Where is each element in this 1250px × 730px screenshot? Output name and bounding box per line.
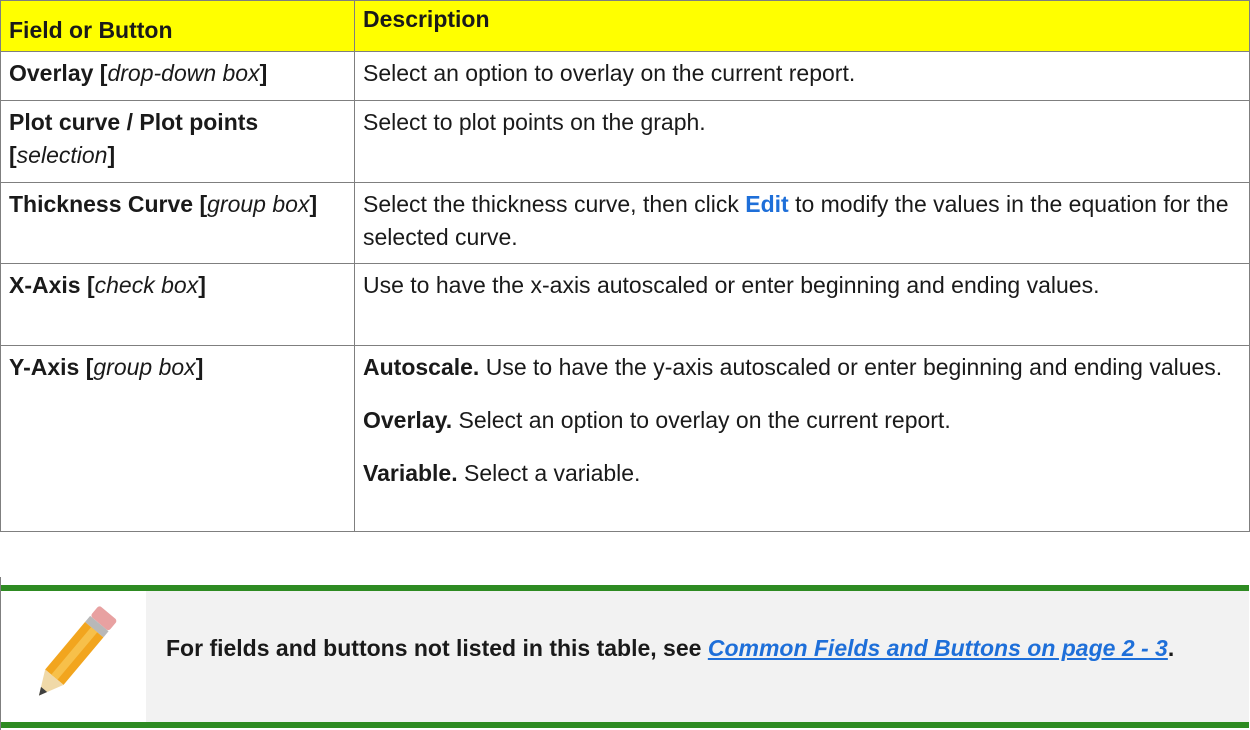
field-name: Y-Axis [ [9,354,94,380]
description-cell: Select to plot points on the graph. [354,100,1250,183]
description-paragraph: Overlay. Select an option to overlay on … [363,407,951,433]
table-row: Thickness Curve [group box] Select the t… [0,182,1250,264]
description-cell: Use to have the x-axis autoscaled or ent… [354,263,1250,346]
table-row: Y-Axis [group box] Autoscale. Use to hav… [0,345,1250,532]
description-paragraph: Variable. Select a variable. [363,460,641,486]
field-name-cell: X-Axis [check box] [0,263,355,346]
edit-button-reference[interactable]: Edit [745,191,788,217]
field-bracket: ] [259,60,268,86]
fields-table: Field or Button Description Overlay [dro… [0,0,1250,532]
header-field-or-button: Field or Button [0,0,355,52]
field-type: drop-down box [107,60,260,86]
note-box: For fields and buttons not listed in thi… [0,577,1249,730]
field-name: Thickness Curve [ [9,191,208,217]
description-cell: Select the thickness curve, then click E… [354,182,1250,264]
description-cell: Select an option to overlay on the curre… [354,51,1250,101]
table-row: X-Axis [check box] Use to have the x-axi… [0,263,1250,346]
field-name-cell: Plot curve / Plot points [selection] [0,100,355,183]
field-name-cell: Y-Axis [group box] [0,345,355,532]
table-row: Plot curve / Plot points [selection] Sel… [0,100,1250,183]
table-header-row: Field or Button Description [0,0,1250,52]
description-paragraph: Autoscale. Use to have the y-axis autosc… [363,354,1223,380]
note-bottom-bar [1,722,1249,728]
note-body: For fields and buttons not listed in thi… [146,591,1249,722]
field-bracket: ] [198,272,206,298]
field-name-cell: Overlay [drop-down box] [0,51,355,101]
pencil-icon [23,595,123,715]
field-type: selection [16,142,108,168]
field-name-cell: Thickness Curve [group box] [0,182,355,264]
common-fields-link[interactable]: Common Fields and Buttons on page 2 - 3 [708,635,1168,661]
field-name: Overlay [ [9,60,108,86]
field-bracket: ] [309,191,318,217]
field-bracket: ] [107,142,116,168]
field-name: X-Axis [ [9,272,95,298]
field-type: group box [207,191,310,217]
description-cell: Autoscale. Use to have the y-axis autosc… [354,345,1250,532]
field-type: check box [94,272,199,298]
note-text: For fields and buttons not listed in thi… [166,635,1175,661]
table-row: Overlay [drop-down box] Select an option… [0,51,1250,101]
header-description: Description [354,0,1250,52]
field-type: group box [93,354,196,380]
field-bracket: ] [195,354,204,380]
